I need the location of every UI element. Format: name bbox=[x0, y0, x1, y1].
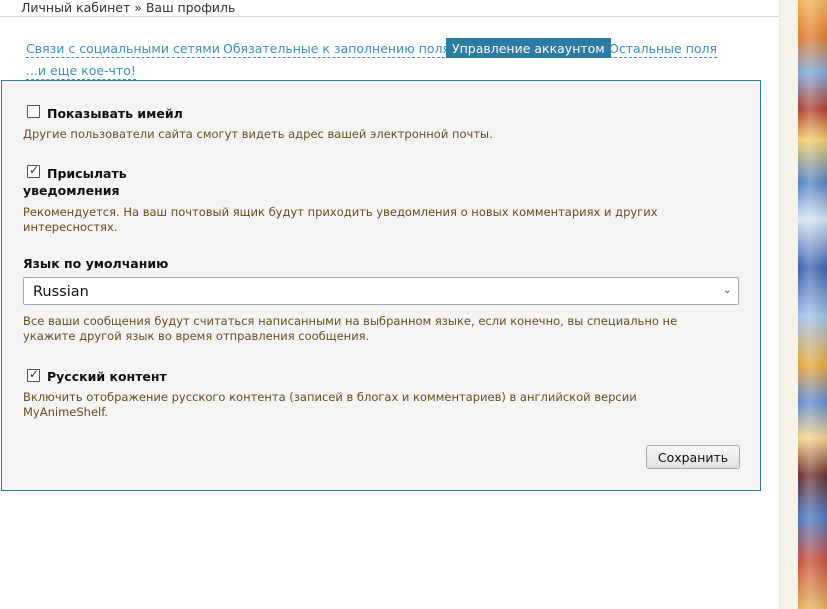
language-selected-value: Russian bbox=[33, 284, 89, 300]
show-email-help: Другие пользователи сайта смогут видеть … bbox=[23, 127, 493, 141]
language-help-line1: Все ваши сообщения будут считаться напис… bbox=[23, 314, 678, 328]
tab-required-fields[interactable]: Обязательные к заполнению поля bbox=[223, 40, 451, 58]
tab-something-else[interactable]: ...и еще кое-что! bbox=[26, 62, 136, 80]
notifications-checkbox[interactable]: ✓ bbox=[27, 163, 40, 178]
tab-social-networks[interactable]: Связи с социальными сетями bbox=[26, 40, 220, 58]
breadcrumb: Личный кабинет » Ваш профиль bbox=[21, 0, 236, 15]
russian-content-help-line1: Включить отображение русского контента (… bbox=[23, 390, 637, 404]
russian-content-help-line2: MyAnimeShelf. bbox=[23, 405, 109, 419]
breadcrumb-divider bbox=[0, 16, 779, 17]
notifications-label-line2: уведомления bbox=[23, 183, 120, 198]
side-margin bbox=[780, 0, 798, 609]
language-select[interactable]: Russian ⌄ bbox=[23, 277, 739, 305]
notifications-label-line1: Присылать bbox=[47, 166, 127, 181]
russian-content-checkbox[interactable]: ✓ bbox=[27, 367, 40, 382]
save-button[interactable]: Сохранить bbox=[646, 445, 740, 469]
checkmark-icon: ✓ bbox=[29, 367, 40, 381]
tab-other-fields[interactable]: Остальные поля bbox=[609, 40, 718, 58]
language-help-line2: укажите другой язык во время отправления… bbox=[23, 329, 370, 343]
language-label: Язык по умолчанию bbox=[23, 256, 169, 271]
russian-content-label: Русский контент bbox=[47, 369, 167, 384]
show-email-label: Показывать имейл bbox=[47, 106, 183, 121]
tab-account-management[interactable]: Управление аккаунтом bbox=[446, 38, 611, 58]
notifications-help-line1: Рекомендуется. На ваш почтовый ящик буду… bbox=[23, 205, 658, 219]
notifications-help-line2: интересностях. bbox=[23, 220, 118, 234]
background-artwork-overlay bbox=[798, 0, 827, 609]
account-settings-panel: Показывать имейл Другие пользователи сай… bbox=[1, 80, 761, 491]
show-email-checkbox[interactable] bbox=[27, 105, 40, 118]
chevron-down-icon: ⌄ bbox=[722, 283, 732, 296]
checkmark-icon: ✓ bbox=[29, 163, 40, 177]
